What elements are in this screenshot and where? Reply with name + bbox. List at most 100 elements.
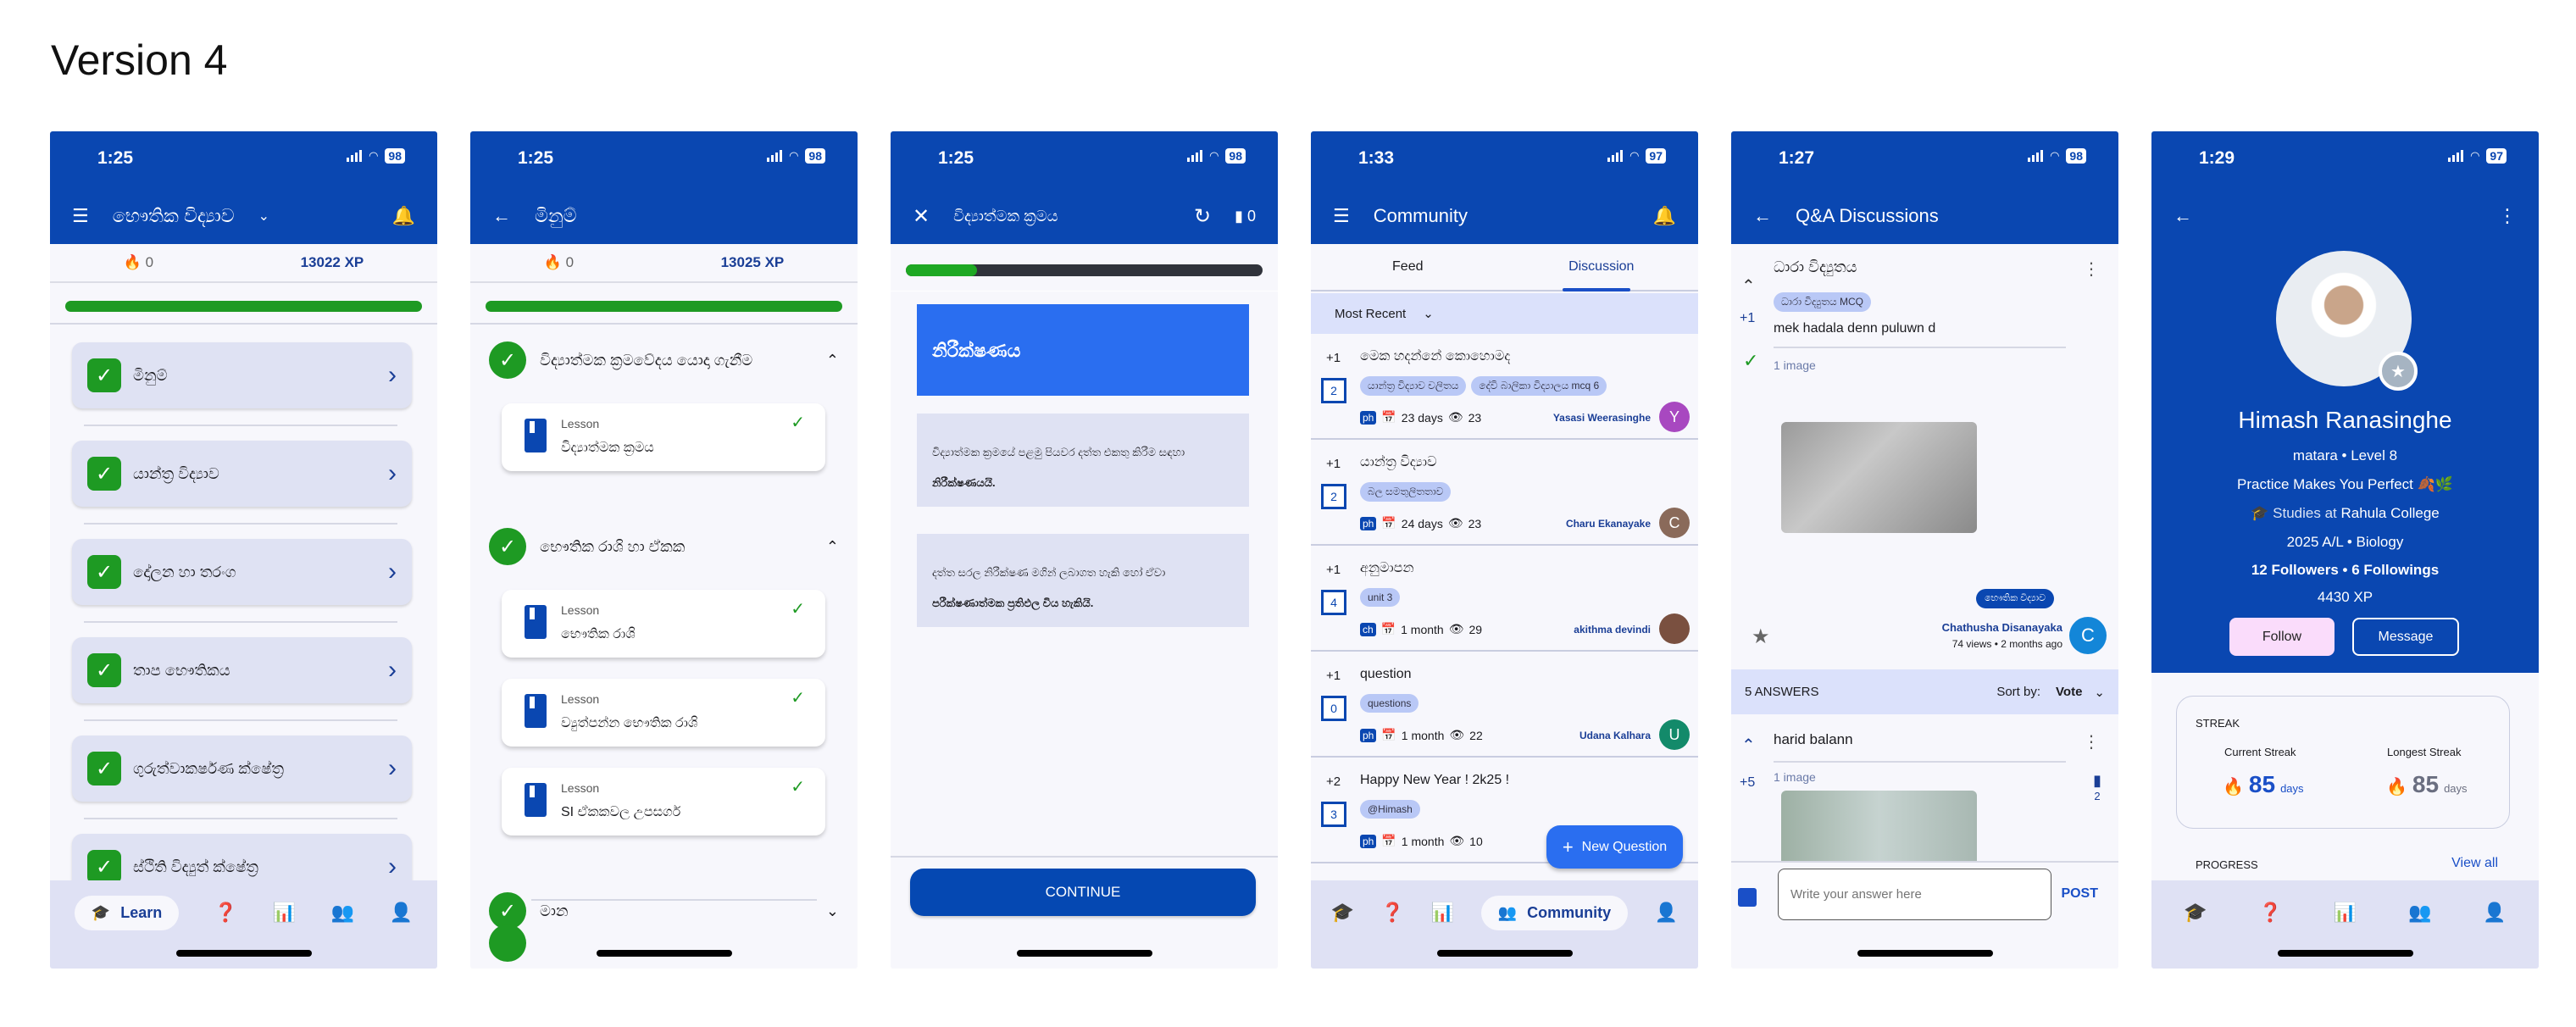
post-age: 1 month [1401,728,1445,742]
tag-chip[interactable]: questions [1360,694,1419,713]
post-title[interactable]: Happy New Year ! 2k25 ! [1360,773,1509,788]
close-icon[interactable]: ✕ [913,204,930,229]
more-options-icon[interactable]: ⋮ [2083,258,2100,280]
author-avatar[interactable]: C [2069,617,2107,654]
star-icon[interactable]: ★ [1752,625,1770,649]
author-avatar[interactable]: U [1659,719,1690,750]
tab-feed[interactable]: Feed [1311,244,1505,290]
author-avatar[interactable] [1659,613,1690,644]
post-item[interactable]: +1 අනුමාපන 4 unit 3 ch 📅 1 month 👁 29 akithma dev… [1311,546,1698,652]
chevron-icon[interactable]: ⌃ [826,352,839,369]
more-options-icon[interactable]: ⋮ [2498,205,2517,227]
lesson-card[interactable]: Lesson SI ඒකකවල උපසර්ග ✓ [502,768,825,835]
post-author[interactable]: akithma devindi [1574,624,1651,636]
tag-chip[interactable]: @Himash [1360,800,1420,819]
nav-leaderboard-icon[interactable]: 📊 [2334,902,2357,924]
answer-more-icon[interactable]: ⋮ [2083,731,2100,752]
subject-tag[interactable]: භෞතික විද්‍යාව [1976,589,2054,608]
unit-title: තාප භෞතිකය [133,661,230,679]
lesson-card[interactable]: Lesson විද්‍යාත්මක ක්‍රමය ✓ [502,403,825,471]
nav-profile-icon[interactable]: 👤 [2483,902,2506,924]
tag-chip[interactable]: බල සමතුලිතතාව [1360,482,1452,502]
comments-button[interactable]: ▮ 0 [1235,208,1256,225]
author-avatar[interactable]: Y [1659,402,1690,432]
nav-profile-icon[interactable]: 👤 [1655,902,1678,924]
course-progress-bar [65,301,422,312]
post-author[interactable]: Udana Kalhara [1579,730,1651,741]
author-avatar[interactable]: C [1659,508,1690,538]
question-body: mek hadala denn puluwn d [1774,321,1936,336]
nav-learn[interactable]: 🎓 Learn [74,895,180,930]
post-author[interactable]: Yasasi Weerasinghe [1553,412,1651,424]
nav-quiz-icon[interactable]: ❓ [2259,902,2282,924]
post-votes: +1 [1326,351,1341,365]
fire-icon: 🔥 [543,254,562,270]
nav-learn-icon[interactable]: 🎓 [1331,902,1354,924]
subject-selector[interactable]: භෞතික විද්‍යාව [113,205,235,227]
chevron-down-icon[interactable]: ⌄ [2094,685,2105,700]
unit-card[interactable]: ✓ දෝලන හා තරංග › [72,539,412,605]
bell-icon[interactable]: 🔔 [392,205,415,227]
continue-button[interactable]: CONTINUE [910,869,1256,916]
sort-dropdown[interactable]: Most Recent ⌄ [1311,293,1698,334]
post-author[interactable]: Charu Ekanayake [1566,518,1651,530]
nav-profile-icon[interactable]: 👤 [390,902,413,924]
post-title[interactable]: මෙක හදන්නේ කොහොමද [1360,349,1510,364]
question-image[interactable] [1781,422,1977,533]
question-tag[interactable]: ධාරා විද්‍යුතය MCQ [1774,292,1876,312]
refresh-icon[interactable]: ↻ [1194,204,1211,229]
nav-community-icon[interactable]: 👥 [331,902,354,924]
lesson-kind: Lesson [561,781,600,795]
view-all-link[interactable]: View all [2451,856,2498,871]
sort-select[interactable]: Vote [2056,685,2082,699]
back-arrow-icon[interactable]: ← [492,205,511,227]
menu-icon[interactable]: ☰ [1333,205,1350,227]
section-header[interactable]: ✓ මාන ⌄ [489,892,839,930]
unit-card[interactable]: ✓ යාන්ත්‍ර විද්‍යාව › [72,441,412,507]
unit-card[interactable]: ✓ ගුරුත්වාකර්ෂණ ක්ෂේත්‍ර › [72,736,412,802]
section-header[interactable]: ✓ විද්‍යාත්මක ක්‍රමවේදය යොදා ගැනීම ⌃ [489,341,839,379]
nav-leaderboard-icon[interactable]: 📊 [273,902,296,924]
post-title[interactable]: අනුමාපන [1360,561,1413,576]
new-question-button[interactable]: + New Question [1546,825,1683,869]
profile-follows[interactable]: 12 Followers • 6 Followings [2151,562,2539,579]
lesson-card[interactable]: Lesson ව්‍යුත්පන්න භෞතික රාශි ✓ [502,679,825,747]
answer-input[interactable] [1778,869,2051,920]
back-arrow-icon[interactable]: ← [2174,205,2192,227]
answer-comments[interactable]: ▮ 2 [2093,772,2101,802]
upvote-icon[interactable]: ⌃ [1741,275,1756,297]
answer-upvote-icon[interactable]: ⌃ [1741,735,1756,756]
nav-quiz-icon[interactable]: ❓ [214,902,237,924]
image-upload-icon[interactable] [1738,888,1757,907]
post-title[interactable]: question [1360,667,1412,682]
tab-discussion[interactable]: Discussion [1505,244,1699,291]
post-button[interactable]: POST [2061,886,2098,902]
nav-learn-icon[interactable]: 🎓 [2184,902,2207,924]
chevron-down-icon[interactable]: ⌄ [258,208,269,225]
chevron-icon[interactable]: ⌄ [826,902,839,920]
post-item[interactable]: +1 question 0 questions ph 📅 1 month 👁 22 Udana K… [1311,652,1698,758]
unit-card[interactable]: ✓ මිනුම් › [72,342,412,408]
post-item[interactable]: +1 මෙක හදන්නේ කොහොමද 2 යාන්ත්‍ර විද්‍යාව චල… [1311,334,1698,440]
post-title[interactable]: යාන්ත්‍ර විද්‍යාව [1360,455,1437,470]
nav-community[interactable]: 👥 Community [1480,895,1629,930]
nav-community-icon[interactable]: 👥 [2408,902,2431,924]
nav-quiz-icon[interactable]: ❓ [1381,902,1404,924]
back-arrow-icon[interactable]: ← [1753,205,1772,227]
follow-button[interactable]: Follow [2229,618,2334,656]
unit-card[interactable]: ✓ තාප භෞතිකය › [72,637,412,703]
lesson-card[interactable]: Lesson භෞතික රාශි ✓ [502,590,825,658]
check-icon: ✓ [791,778,805,797]
nav-leaderboard-icon[interactable]: 📊 [1431,902,1454,924]
bell-icon[interactable]: 🔔 [1653,205,1676,227]
question-author[interactable]: Chathusha Disanayaka [1942,621,2062,634]
section-header[interactable]: ✓ භෞතික රාශි හා ඒකක ⌃ [489,528,839,565]
tag-chip[interactable]: යාන්ත්‍ර විද්‍යාව චලිතය [1360,376,1467,396]
post-item[interactable]: +1 යාන්ත්‍ර විද්‍යාව 2 බල සමතුලිතතාව ph 📅 24 d… [1311,440,1698,546]
tag-chip[interactable]: unit 3 [1360,588,1401,607]
answer-image[interactable] [1781,791,1977,861]
tag-chip[interactable]: දේවි බාලිකා විද්‍යාලය mcq 6 [1471,376,1607,396]
chevron-icon[interactable]: ⌃ [826,538,839,556]
message-button[interactable]: Message [2352,618,2459,656]
menu-icon[interactable]: ☰ [72,205,89,227]
